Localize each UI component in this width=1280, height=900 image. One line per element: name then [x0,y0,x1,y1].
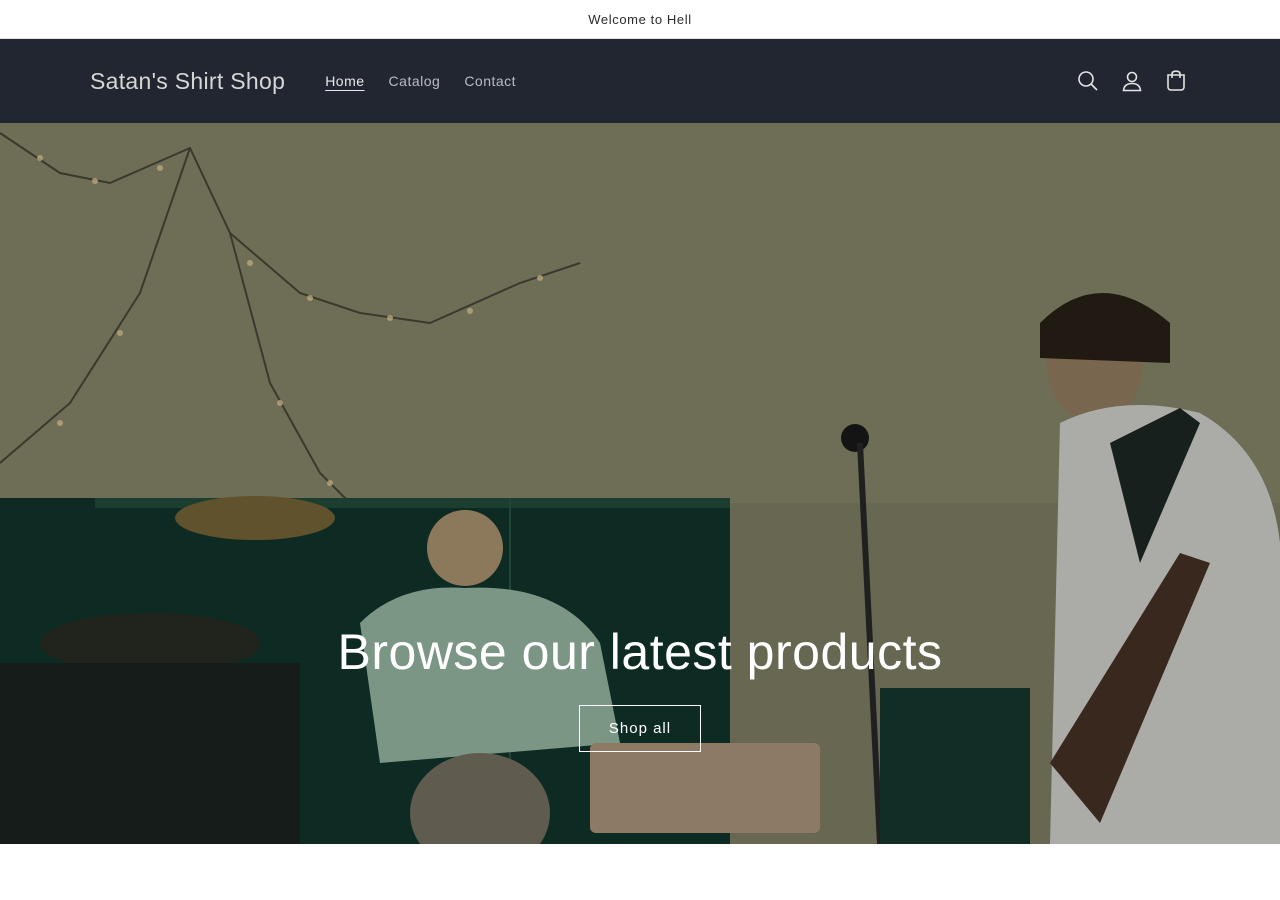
nav-link-catalog[interactable]: Catalog [389,73,441,89]
brand-logo-link[interactable]: Satan's Shirt Shop [90,68,285,95]
cart-icon[interactable] [1162,67,1190,95]
shop-all-button[interactable]: Shop all [579,705,701,752]
account-icon[interactable] [1118,67,1146,95]
header-icons [1074,67,1190,95]
search-icon[interactable] [1074,67,1102,95]
nav-link-home[interactable]: Home [325,73,364,89]
nav-link-contact[interactable]: Contact [464,73,516,89]
hero-title: Browse our latest products [337,624,943,680]
announcement-bar: Welcome to Hell [0,0,1280,39]
site-header: Satan's Shirt Shop Home Catalog Contact [0,39,1280,123]
hero-banner: Browse our latest products Shop all [0,123,1280,844]
announcement-text: Welcome to Hell [588,11,692,27]
hero-content: Browse our latest products Shop all [0,623,1280,752]
below-hero-section [0,844,1280,900]
main-nav: Home Catalog Contact [325,73,516,89]
